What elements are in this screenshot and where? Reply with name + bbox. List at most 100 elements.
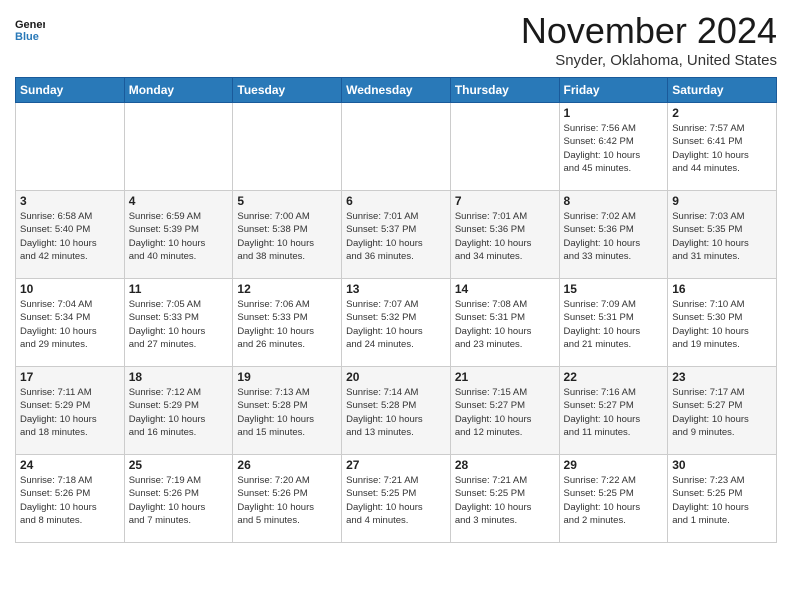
title-section: November 2024 Snyder, Oklahoma, United S… xyxy=(521,10,777,69)
day-number: 5 xyxy=(237,194,337,208)
day-number: 7 xyxy=(455,194,555,208)
weekday-header: Sunday xyxy=(16,78,125,103)
day-info: Sunrise: 7:21 AM Sunset: 5:25 PM Dayligh… xyxy=(455,474,555,527)
calendar-cell: 27Sunrise: 7:21 AM Sunset: 5:25 PM Dayli… xyxy=(342,455,451,543)
day-info: Sunrise: 7:08 AM Sunset: 5:31 PM Dayligh… xyxy=(455,298,555,351)
calendar-cell: 28 Sunrise: 7:21 AM Sunset: 5:25 PM Dayli… xyxy=(450,455,559,543)
day-number: 30 xyxy=(672,458,772,472)
calendar-cell xyxy=(233,103,342,191)
day-info: Sunrise: 7:21 AM Sunset: 5:25 PM Dayligh… xyxy=(346,474,446,527)
calendar-cell xyxy=(16,103,125,191)
logo-icon: General Blue xyxy=(15,14,45,44)
day-info: Sunrise: 7:01 AM Sunset: 5:36 PM Dayligh… xyxy=(455,210,555,263)
calendar-cell: 13 Sunrise: 7:07 AM Sunset: 5:32 PM Dayli… xyxy=(342,279,451,367)
svg-text:General: General xyxy=(15,19,45,31)
calendar-cell xyxy=(342,103,451,191)
weekday-header: Tuesday xyxy=(233,78,342,103)
day-number: 14 xyxy=(455,282,555,296)
calendar-cell xyxy=(450,103,559,191)
day-number: 12 xyxy=(237,282,337,296)
calendar-cell: 6 Sunrise: 7:01 AM Sunset: 5:37 PM Daylig… xyxy=(342,191,451,279)
day-number: 22 xyxy=(564,370,664,384)
day-info: Sunrise: 7:56 AM Sunset: 6:42 PM Dayligh… xyxy=(564,122,664,175)
day-info: Sunrise: 7:02 AM Sunset: 5:36 PM Dayligh… xyxy=(564,210,664,263)
calendar-table: SundayMondayTuesdayWednesdayThursdayFrid… xyxy=(15,77,777,543)
day-number: 13 xyxy=(346,282,446,296)
day-number: 9 xyxy=(672,194,772,208)
calendar-cell: 21 Sunrise: 7:15 AM Sunset: 5:27 PM Dayli… xyxy=(450,367,559,455)
day-info: Sunrise: 7:13 AM Sunset: 5:28 PM Dayligh… xyxy=(237,386,337,439)
day-info: Sunrise: 6:58 AM Sunset: 5:40 PM Dayligh… xyxy=(20,210,120,263)
day-number: 21 xyxy=(455,370,555,384)
calendar-cell: 24Sunrise: 7:18 AM Sunset: 5:26 PM Dayli… xyxy=(16,455,125,543)
weekday-header: Thursday xyxy=(450,78,559,103)
calendar-cell: 12 Sunrise: 7:06 AM Sunset: 5:33 PM Dayli… xyxy=(233,279,342,367)
day-info: Sunrise: 7:17 AM Sunset: 5:27 PM Dayligh… xyxy=(672,386,772,439)
calendar-cell: 17 Sunrise: 7:11 AM Sunset: 5:29 PM Dayli… xyxy=(16,367,125,455)
weekday-header: Saturday xyxy=(668,78,777,103)
day-info: Sunrise: 7:11 AM Sunset: 5:29 PM Dayligh… xyxy=(20,386,120,439)
day-info: Sunrise: 7:20 AM Sunset: 5:26 PM Dayligh… xyxy=(237,474,337,527)
day-number: 3 xyxy=(20,194,120,208)
weekday-header: Monday xyxy=(124,78,233,103)
day-number: 20 xyxy=(346,370,446,384)
day-info: Sunrise: 7:14 AM Sunset: 5:28 PM Dayligh… xyxy=(346,386,446,439)
day-number: 4 xyxy=(129,194,229,208)
day-info: Sunrise: 7:09 AM Sunset: 5:31 PM Dayligh… xyxy=(564,298,664,351)
day-info: Sunrise: 7:18 AM Sunset: 5:26 PM Dayligh… xyxy=(20,474,120,527)
weekday-header: Wednesday xyxy=(342,78,451,103)
day-number: 23 xyxy=(672,370,772,384)
day-info: Sunrise: 7:06 AM Sunset: 5:33 PM Dayligh… xyxy=(237,298,337,351)
day-number: 1 xyxy=(564,106,664,120)
day-number: 26 xyxy=(237,458,337,472)
day-number: 15 xyxy=(564,282,664,296)
day-number: 25 xyxy=(129,458,229,472)
day-number: 17 xyxy=(20,370,120,384)
day-info: Sunrise: 7:07 AM Sunset: 5:32 PM Dayligh… xyxy=(346,298,446,351)
month-title: November 2024 xyxy=(521,10,777,52)
day-info: Sunrise: 7:22 AM Sunset: 5:25 PM Dayligh… xyxy=(564,474,664,527)
day-info: Sunrise: 7:23 AM Sunset: 5:25 PM Dayligh… xyxy=(672,474,772,527)
day-number: 29 xyxy=(564,458,664,472)
day-info: Sunrise: 7:12 AM Sunset: 5:29 PM Dayligh… xyxy=(129,386,229,439)
day-number: 18 xyxy=(129,370,229,384)
weekday-header: Friday xyxy=(559,78,668,103)
day-number: 11 xyxy=(129,282,229,296)
day-number: 19 xyxy=(237,370,337,384)
day-info: Sunrise: 7:01 AM Sunset: 5:37 PM Dayligh… xyxy=(346,210,446,263)
day-info: Sunrise: 7:03 AM Sunset: 5:35 PM Dayligh… xyxy=(672,210,772,263)
calendar-cell xyxy=(124,103,233,191)
calendar-cell: 1 Sunrise: 7:56 AM Sunset: 6:42 PM Daylig… xyxy=(559,103,668,191)
calendar-cell: 5 Sunrise: 7:00 AM Sunset: 5:38 PM Daylig… xyxy=(233,191,342,279)
calendar-cell: 7 Sunrise: 7:01 AM Sunset: 5:36 PM Daylig… xyxy=(450,191,559,279)
calendar-cell: 18 Sunrise: 7:12 AM Sunset: 5:29 PM Dayli… xyxy=(124,367,233,455)
calendar-cell: 2 Sunrise: 7:57 AM Sunset: 6:41 PM Daylig… xyxy=(668,103,777,191)
day-info: Sunrise: 7:05 AM Sunset: 5:33 PM Dayligh… xyxy=(129,298,229,351)
day-number: 16 xyxy=(672,282,772,296)
logo: General Blue xyxy=(15,14,49,44)
calendar-cell: 26 Sunrise: 7:20 AM Sunset: 5:26 PM Dayli… xyxy=(233,455,342,543)
calendar-cell: 30 Sunrise: 7:23 AM Sunset: 5:25 PM Dayli… xyxy=(668,455,777,543)
calendar-cell: 16Sunrise: 7:10 AM Sunset: 5:30 PM Dayli… xyxy=(668,279,777,367)
svg-text:Blue: Blue xyxy=(15,31,39,43)
calendar-cell: 11 Sunrise: 7:05 AM Sunset: 5:33 PM Dayli… xyxy=(124,279,233,367)
calendar-cell: 8Sunrise: 7:02 AM Sunset: 5:36 PM Daylig… xyxy=(559,191,668,279)
calendar-cell: 14 Sunrise: 7:08 AM Sunset: 5:31 PM Dayli… xyxy=(450,279,559,367)
calendar-cell: 25Sunrise: 7:19 AM Sunset: 5:26 PM Dayli… xyxy=(124,455,233,543)
calendar-cell: 4Sunrise: 6:59 AM Sunset: 5:39 PM Daylig… xyxy=(124,191,233,279)
calendar-cell: 3 Sunrise: 6:58 AM Sunset: 5:40 PM Daylig… xyxy=(16,191,125,279)
location: Snyder, Oklahoma, United States xyxy=(521,52,777,69)
day-number: 6 xyxy=(346,194,446,208)
calendar-cell: 15 Sunrise: 7:09 AM Sunset: 5:31 PM Dayli… xyxy=(559,279,668,367)
day-info: Sunrise: 7:15 AM Sunset: 5:27 PM Dayligh… xyxy=(455,386,555,439)
day-info: Sunrise: 7:04 AM Sunset: 5:34 PM Dayligh… xyxy=(20,298,120,351)
calendar-cell: 23 Sunrise: 7:17 AM Sunset: 5:27 PM Dayli… xyxy=(668,367,777,455)
calendar-cell: 29 Sunrise: 7:22 AM Sunset: 5:25 PM Dayli… xyxy=(559,455,668,543)
day-number: 28 xyxy=(455,458,555,472)
day-info: Sunrise: 7:00 AM Sunset: 5:38 PM Dayligh… xyxy=(237,210,337,263)
day-number: 2 xyxy=(672,106,772,120)
calendar-cell: 10Sunrise: 7:04 AM Sunset: 5:34 PM Dayli… xyxy=(16,279,125,367)
page-header: General Blue November 2024 Snyder, Oklah… xyxy=(15,10,777,69)
day-info: Sunrise: 7:57 AM Sunset: 6:41 PM Dayligh… xyxy=(672,122,772,175)
day-info: Sunrise: 7:16 AM Sunset: 5:27 PM Dayligh… xyxy=(564,386,664,439)
